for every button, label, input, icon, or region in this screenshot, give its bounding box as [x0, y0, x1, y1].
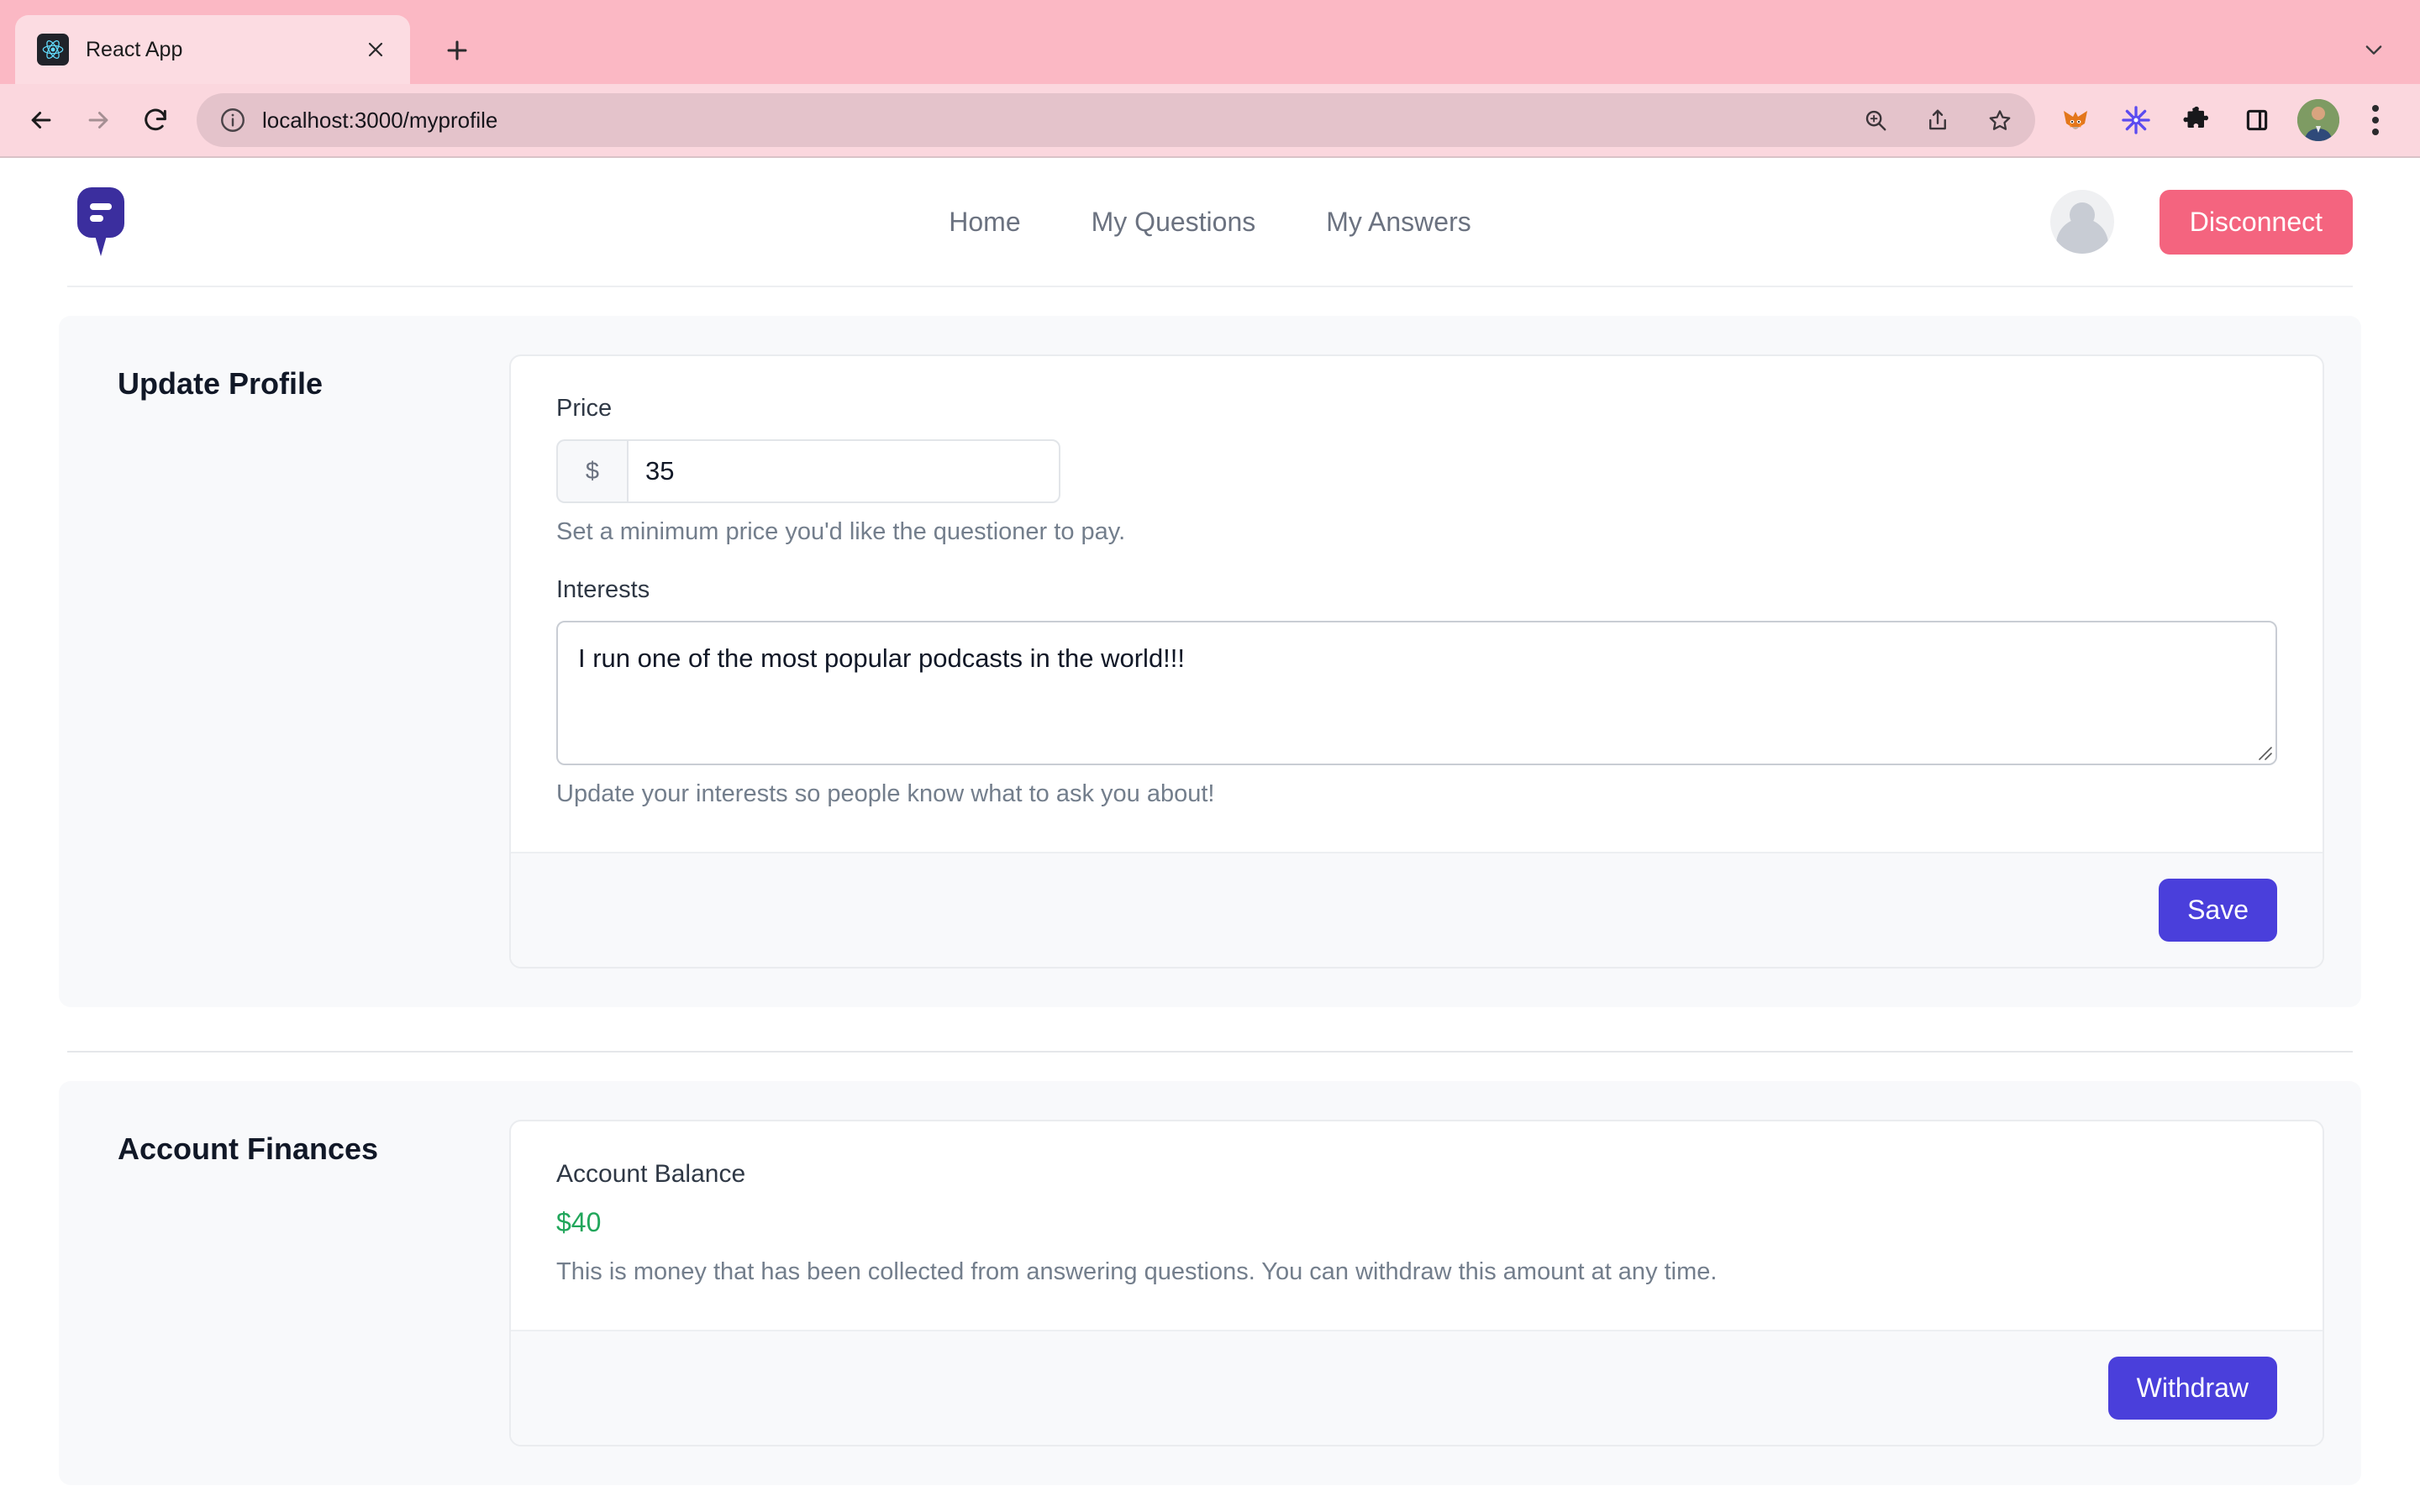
header-divider	[67, 286, 2353, 287]
tab-strip: React App	[0, 0, 2420, 84]
account-finances-card: Account Balance $40 This is money that h…	[509, 1120, 2324, 1446]
account-finances-card-body: Account Balance $40 This is money that h…	[511, 1121, 2323, 1330]
metamask-extension-icon[interactable]	[2050, 95, 2101, 145]
price-label: Price	[556, 395, 613, 422]
interests-textarea[interactable]	[556, 621, 2277, 765]
update-profile-card-body: Price $ Set a minimum price you'd like t…	[511, 356, 2323, 852]
app-nav: Home My Questions My Answers	[949, 207, 1470, 238]
interests-label: Interests	[556, 576, 650, 603]
update-profile-title: Update Profile	[118, 366, 324, 401]
account-balance-amount: $40	[556, 1207, 602, 1237]
price-input[interactable]	[627, 439, 1060, 503]
currency-symbol-addon: $	[556, 439, 627, 503]
withdraw-button[interactable]: Withdraw	[2107, 1357, 2277, 1420]
price-field-block: Price $ Set a minimum price you'd like t…	[556, 395, 2277, 546]
share-icon[interactable]	[1914, 97, 1961, 144]
browser-tab[interactable]: React App	[15, 15, 410, 84]
reload-icon[interactable]	[129, 94, 182, 146]
zoom-in-icon[interactable]	[1852, 97, 1899, 144]
main-content: Update Profile Price $ Set a minimum pri…	[0, 316, 2420, 1485]
account-balance-description: This is money that has been collected fr…	[556, 1258, 1718, 1285]
new-tab-button[interactable]	[434, 27, 481, 74]
puzzle-extensions-icon[interactable]	[2171, 95, 2222, 145]
react-logo-icon	[37, 34, 69, 66]
interests-field-block: Interests Update your interests so peopl…	[556, 576, 2277, 808]
app-header: Home My Questions My Answers Disconnect	[0, 158, 2420, 286]
section-divider	[67, 1051, 2353, 1053]
price-help-text: Set a minimum price you'd like the quest…	[556, 518, 1126, 545]
forward-arrow-icon	[72, 94, 124, 146]
chevron-down-icon[interactable]	[2353, 29, 2395, 71]
app-root: Home My Questions My Answers Disconnect …	[0, 158, 2420, 1485]
interests-textarea-wrap	[556, 621, 2277, 765]
nav-link-my-questions[interactable]: My Questions	[1092, 207, 1256, 238]
account-finances-section: Account Finances Account Balance $40 Thi…	[59, 1081, 2361, 1485]
header-right-group: Disconnect	[2049, 189, 2353, 255]
account-finances-title: Account Finances	[118, 1131, 379, 1166]
chat-bubble-logo-icon[interactable]	[74, 187, 128, 256]
user-placeholder-avatar[interactable]	[2049, 190, 2114, 254]
back-arrow-icon[interactable]	[15, 94, 67, 146]
url-text: localhost:3000/myprofile	[262, 107, 498, 133]
omnibox[interactable]: localhost:3000/myprofile	[197, 93, 2035, 147]
star-icon[interactable]	[1976, 97, 2023, 144]
browser-chrome: React App localhost:3000/myprofile	[0, 0, 2420, 158]
side-panel-icon[interactable]	[2232, 95, 2282, 145]
info-circle-icon[interactable]	[218, 106, 247, 134]
asterisk-extension-icon[interactable]	[2111, 95, 2161, 145]
disconnect-button[interactable]: Disconnect	[2159, 189, 2353, 255]
tab-title: React App	[86, 37, 183, 61]
interests-help-text: Update your interests so people know wha…	[556, 780, 1215, 807]
nav-link-my-answers[interactable]: My Answers	[1326, 207, 1470, 238]
three-dot-menu-icon[interactable]	[2353, 95, 2398, 145]
close-icon[interactable]	[360, 34, 392, 66]
update-profile-card-footer: Save	[511, 852, 2323, 967]
account-finances-card-footer: Withdraw	[511, 1330, 2323, 1445]
update-profile-card: Price $ Set a minimum price you'd like t…	[509, 354, 2324, 969]
profile-photo-avatar[interactable]	[2297, 99, 2339, 141]
update-profile-section: Update Profile Price $ Set a minimum pri…	[59, 316, 2361, 1007]
account-balance-label: Account Balance	[556, 1160, 746, 1188]
address-bar-row: localhost:3000/myprofile	[0, 84, 2420, 158]
price-input-group: $	[556, 439, 1060, 503]
nav-link-home[interactable]: Home	[949, 207, 1020, 238]
save-button[interactable]: Save	[2159, 879, 2277, 942]
